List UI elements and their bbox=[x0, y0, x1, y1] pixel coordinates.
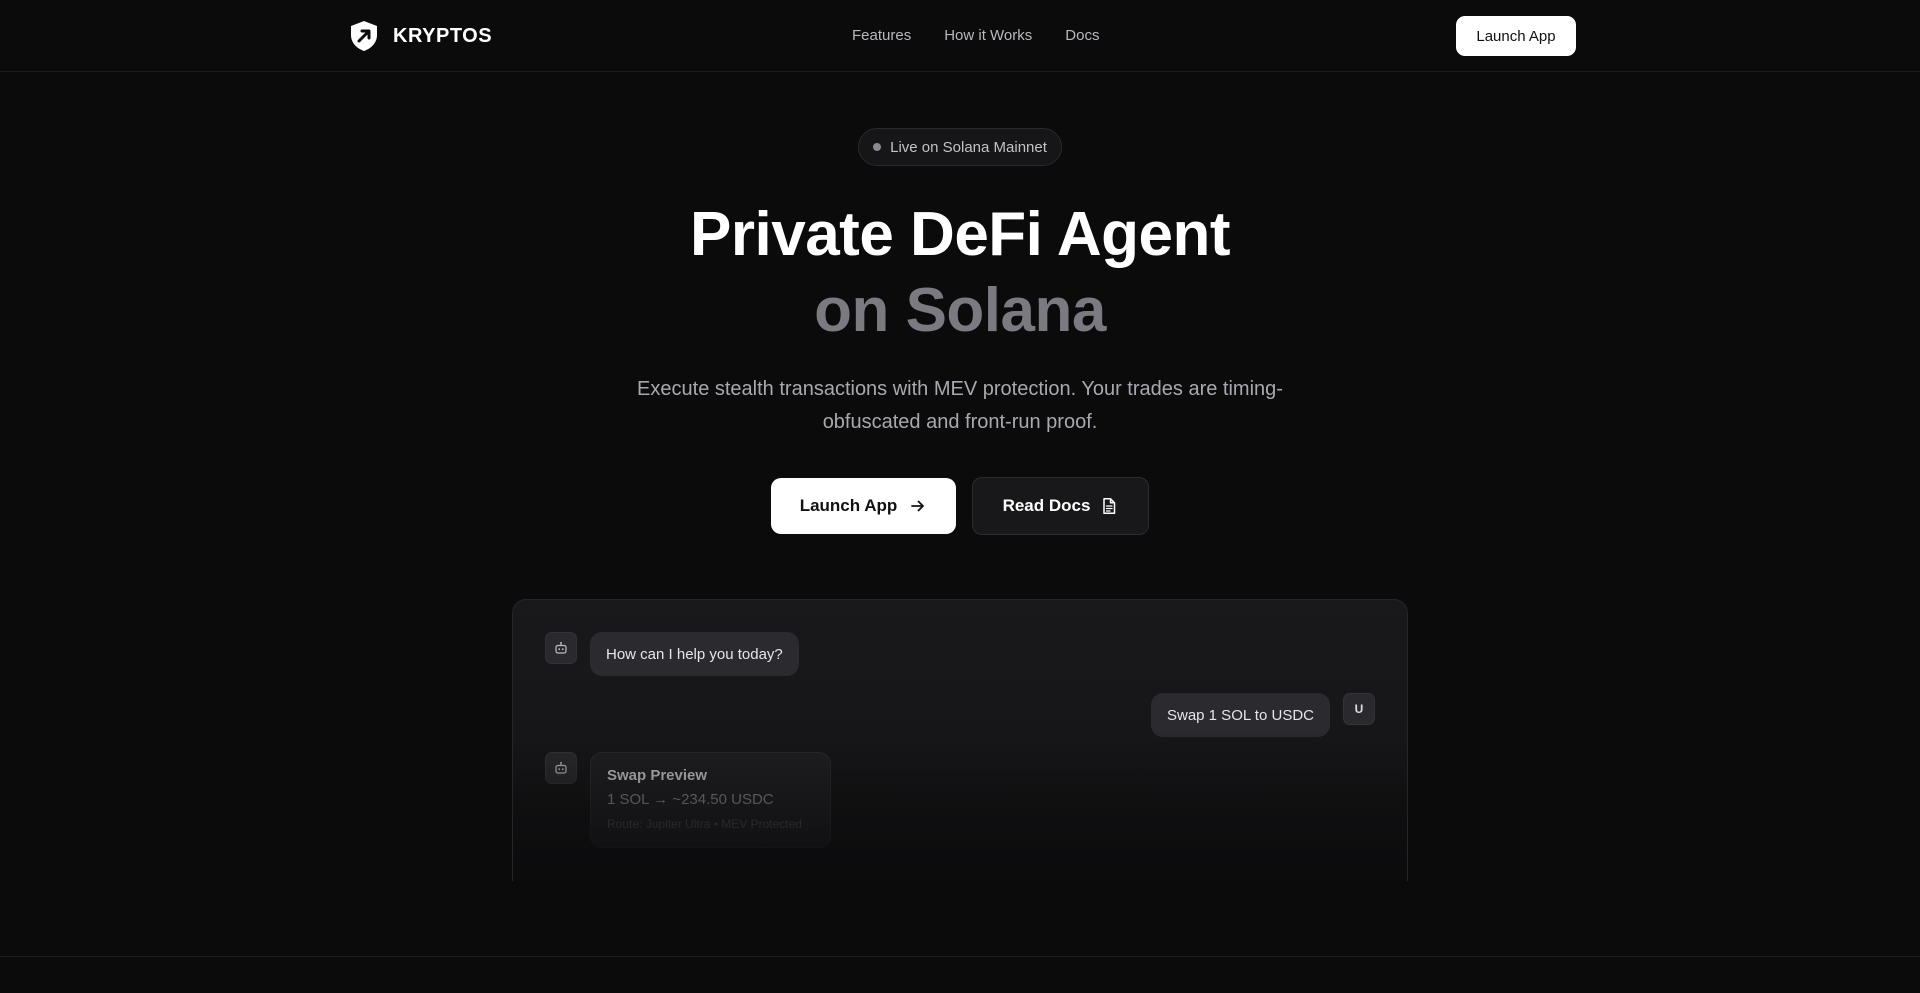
nav-link-how-it-works[interactable]: How it Works bbox=[944, 24, 1032, 48]
read-docs-button[interactable]: Read Docs bbox=[972, 477, 1149, 535]
status-badge: Live on Solana Mainnet bbox=[858, 128, 1062, 166]
robot-icon bbox=[555, 761, 567, 774]
bot-message: How can I help you today? bbox=[590, 632, 799, 676]
bot-message-text: How can I help you today? bbox=[606, 645, 783, 663]
hero-title: Private DeFi Agent on Solana bbox=[0, 197, 1920, 349]
hero-subtitle: Execute stealth transactions with MEV pr… bbox=[637, 378, 1283, 433]
nav-link-docs[interactable]: Docs bbox=[1065, 24, 1099, 48]
nav-link-features[interactable]: Features bbox=[852, 24, 911, 48]
landing-page: KRYPTOS Features How it Works Docs Launc… bbox=[0, 0, 1920, 993]
swap-preview-route: Route: Jupiter Ultra • MEV Protected bbox=[607, 817, 802, 831]
document-icon bbox=[1103, 498, 1116, 514]
swap-preview-title: Swap Preview bbox=[607, 767, 708, 784]
status-badge-label: Live on Solana Mainnet bbox=[890, 138, 1047, 156]
shield-icon bbox=[351, 21, 377, 51]
nav-launch-app-button[interactable]: Launch App bbox=[1456, 16, 1576, 56]
brand-name: KRYPTOS bbox=[393, 24, 493, 47]
launch-app-button[interactable]: Launch App bbox=[771, 478, 956, 534]
section-divider bbox=[0, 956, 1920, 957]
user-message: Swap 1 SOL to USDC bbox=[1150, 693, 1330, 737]
top-navigation: KRYPTOS Features How it Works Docs Launc… bbox=[0, 0, 1920, 72]
brand[interactable]: KRYPTOS bbox=[349, 20, 492, 52]
read-docs-button-label: Read Docs bbox=[1002, 496, 1091, 515]
bot-avatar bbox=[545, 632, 577, 664]
user-avatar: U bbox=[1343, 693, 1375, 725]
swap-preview-card: Swap Preview 1 SOL → ~234.50 USDC Route:… bbox=[590, 752, 831, 848]
status-dot bbox=[873, 143, 882, 151]
hero-title-line1: Private DeFi Agent bbox=[690, 200, 1230, 269]
swap-preview-amount: 1 SOL → ~234.50 USDC bbox=[607, 791, 774, 808]
bot-avatar bbox=[545, 752, 577, 784]
launch-app-button-label: Launch App bbox=[799, 496, 898, 515]
chat-preview: How can I help you today? Swap 1 SOL to … bbox=[512, 599, 1408, 881]
robot-icon bbox=[555, 641, 567, 654]
nav-links: Features How it Works Docs bbox=[852, 24, 1099, 48]
user-message-text: Swap 1 SOL to USDC bbox=[1166, 706, 1314, 724]
arrow-right-icon bbox=[911, 500, 925, 512]
hero-title-line2: on Solana bbox=[814, 276, 1106, 345]
